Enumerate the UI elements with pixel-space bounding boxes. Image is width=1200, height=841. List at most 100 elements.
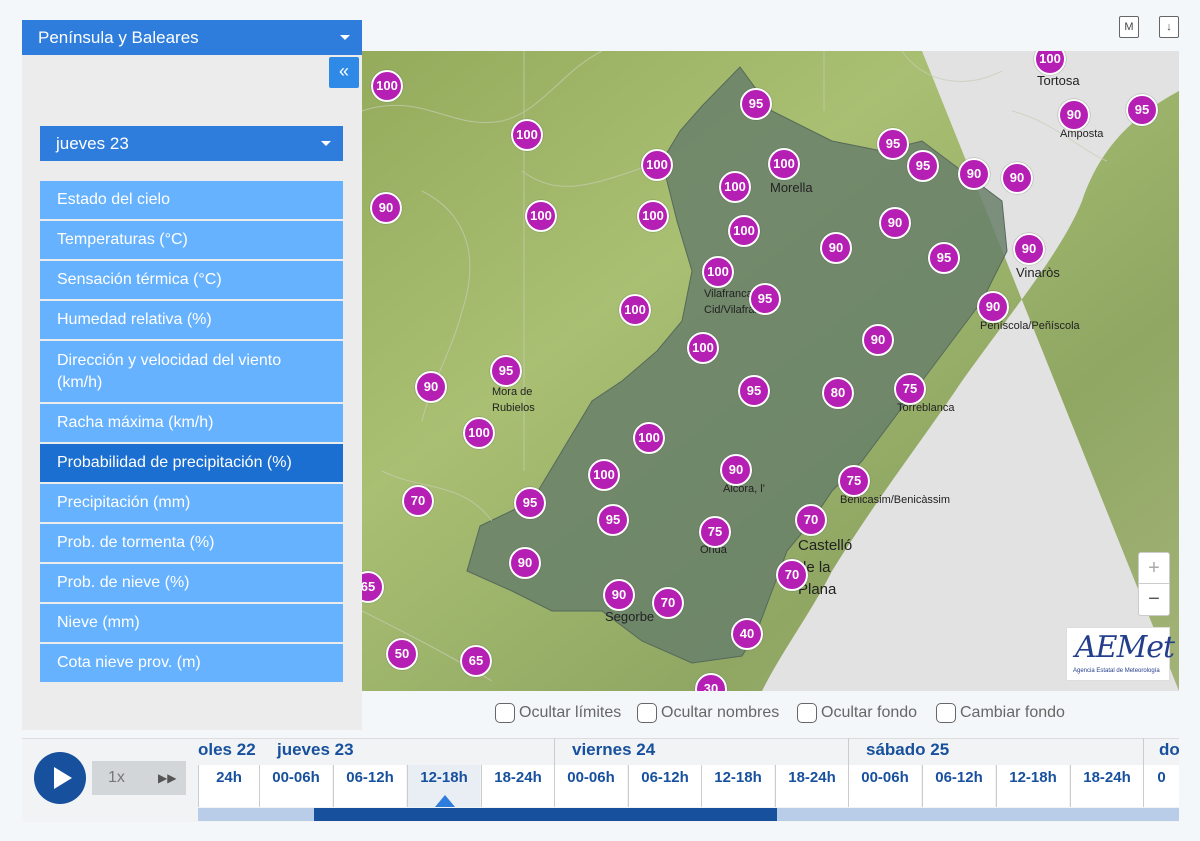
speed-label: 1x: [108, 769, 125, 786]
menu-item-sensacion-termica[interactable]: Sensación térmica (°C): [40, 261, 343, 299]
map-mode-icon[interactable]: M: [1119, 16, 1139, 38]
value-marker[interactable]: 95: [877, 128, 909, 160]
day-divider: [1143, 738, 1144, 766]
value-marker[interactable]: 100: [619, 294, 651, 326]
value-marker[interactable]: 75: [699, 516, 731, 548]
option-label: Cambiar fondo: [960, 704, 1065, 721]
value-marker[interactable]: 90: [415, 371, 447, 403]
value-marker[interactable]: 75: [838, 465, 870, 497]
value-marker[interactable]: 90: [879, 207, 911, 239]
value-marker[interactable]: 80: [822, 377, 854, 409]
value-marker[interactable]: 100: [511, 119, 543, 151]
map-canvas[interactable]: Tortosa Amposta Morella Vinaròs Vilafran…: [362, 51, 1179, 691]
value-marker[interactable]: 90: [720, 454, 752, 486]
time-slot[interactable]: 0: [1143, 765, 1179, 807]
value-marker[interactable]: 90: [958, 158, 990, 190]
time-slot[interactable]: 18-24h: [1070, 765, 1143, 807]
play-button[interactable]: [34, 752, 86, 804]
value-marker[interactable]: 100: [371, 70, 403, 102]
value-marker[interactable]: 90: [1013, 233, 1045, 265]
option-ocultar-fondo[interactable]: Ocultar fondo: [797, 703, 917, 723]
value-marker[interactable]: 90: [603, 579, 635, 611]
value-marker[interactable]: 65: [460, 645, 492, 677]
time-slot[interactable]: 00-06h: [259, 765, 332, 807]
timeline-range[interactable]: [314, 808, 777, 821]
time-slot[interactable]: 06-12h: [628, 765, 701, 807]
value-marker[interactable]: 100: [687, 332, 719, 364]
place-label: Segorbe: [605, 609, 655, 624]
option-cambiar-fondo[interactable]: Cambiar fondo: [936, 703, 1065, 723]
menu-item-nieve[interactable]: Nieve (mm): [40, 604, 343, 642]
menu-item-viento[interactable]: Dirección y velocidad del viento (km/h): [40, 341, 343, 402]
value-marker[interactable]: 95: [749, 283, 781, 315]
value-marker[interactable]: 100: [525, 200, 557, 232]
menu-item-temperaturas[interactable]: Temperaturas (°C): [40, 221, 343, 259]
day-dropdown[interactable]: jueves 23: [40, 126, 343, 161]
time-slot[interactable]: 18-24h: [481, 765, 554, 807]
value-marker[interactable]: 70: [776, 559, 808, 591]
value-marker[interactable]: 70: [402, 485, 434, 517]
collapse-panel-button[interactable]: «: [329, 57, 359, 88]
value-marker[interactable]: 100: [588, 459, 620, 491]
menu-item-prob-precipitacion[interactable]: Probabilidad de precipitación (%): [40, 444, 343, 482]
day-header: sábado 25: [866, 740, 950, 759]
menu-item-prob-tormenta[interactable]: Prob. de tormenta (%): [40, 524, 343, 562]
day-divider: [554, 738, 555, 766]
value-marker[interactable]: 90: [820, 232, 852, 264]
checkbox[interactable]: [797, 703, 817, 723]
value-marker[interactable]: 75: [894, 373, 926, 405]
download-icon[interactable]: ↓: [1159, 16, 1179, 38]
value-marker[interactable]: 40: [731, 618, 763, 650]
value-marker[interactable]: 90: [977, 291, 1009, 323]
time-slot[interactable]: 24h: [198, 765, 259, 807]
value-marker[interactable]: 95: [1126, 94, 1158, 126]
checkbox[interactable]: [936, 703, 956, 723]
speed-control[interactable]: 1x ▶▶: [92, 761, 186, 795]
checkbox[interactable]: [637, 703, 657, 723]
menu-item-racha[interactable]: Racha máxima (km/h): [40, 404, 343, 442]
value-marker[interactable]: 100: [768, 148, 800, 180]
value-marker[interactable]: 70: [652, 587, 684, 619]
value-marker[interactable]: 95: [907, 150, 939, 182]
time-slot[interactable]: 12-18h: [996, 765, 1069, 807]
value-marker[interactable]: 100: [719, 171, 751, 203]
time-slot-selected[interactable]: 12-18h: [407, 765, 480, 807]
value-marker[interactable]: 95: [597, 504, 629, 536]
time-slot[interactable]: 12-18h: [701, 765, 774, 807]
menu-item-prob-nieve[interactable]: Prob. de nieve (%): [40, 564, 343, 602]
value-marker[interactable]: 100: [641, 149, 673, 181]
option-ocultar-limites[interactable]: Ocultar límites: [495, 703, 621, 723]
value-marker[interactable]: 95: [928, 242, 960, 274]
menu-item-cota-nieve[interactable]: Cota nieve prov. (m): [40, 644, 343, 682]
time-slot[interactable]: 00-06h: [848, 765, 921, 807]
menu-item-precipitacion[interactable]: Precipitación (mm): [40, 484, 343, 522]
value-marker[interactable]: 90: [1001, 162, 1033, 194]
time-slot[interactable]: 06-12h: [333, 765, 406, 807]
region-dropdown[interactable]: Península y Baleares: [22, 20, 362, 55]
value-marker[interactable]: 95: [740, 88, 772, 120]
checkbox[interactable]: [495, 703, 515, 723]
menu-item-humedad[interactable]: Humedad relativa (%): [40, 301, 343, 339]
zoom-in-button[interactable]: +: [1139, 553, 1169, 584]
value-marker[interactable]: 90: [862, 324, 894, 356]
value-marker[interactable]: 100: [637, 200, 669, 232]
value-marker[interactable]: 95: [490, 355, 522, 387]
value-marker[interactable]: 90: [1058, 99, 1090, 131]
value-marker[interactable]: 100: [463, 417, 495, 449]
time-slot[interactable]: 18-24h: [775, 765, 848, 807]
value-marker[interactable]: 90: [509, 547, 541, 579]
value-marker[interactable]: 70: [795, 504, 827, 536]
menu-item-estado-cielo[interactable]: Estado del cielo: [40, 181, 343, 219]
value-marker[interactable]: 100: [633, 422, 665, 454]
value-marker[interactable]: 95: [738, 375, 770, 407]
time-slot[interactable]: 00-06h: [554, 765, 627, 807]
value-marker[interactable]: 100: [728, 215, 760, 247]
value-marker[interactable]: 100: [702, 256, 734, 288]
value-marker[interactable]: 95: [514, 487, 546, 519]
fast-forward-icon[interactable]: ▶▶: [158, 761, 176, 795]
value-marker[interactable]: 50: [386, 638, 418, 670]
zoom-out-button[interactable]: −: [1139, 584, 1169, 614]
option-ocultar-nombres[interactable]: Ocultar nombres: [637, 703, 779, 723]
value-marker[interactable]: 90: [370, 192, 402, 224]
time-slot[interactable]: 06-12h: [922, 765, 995, 807]
